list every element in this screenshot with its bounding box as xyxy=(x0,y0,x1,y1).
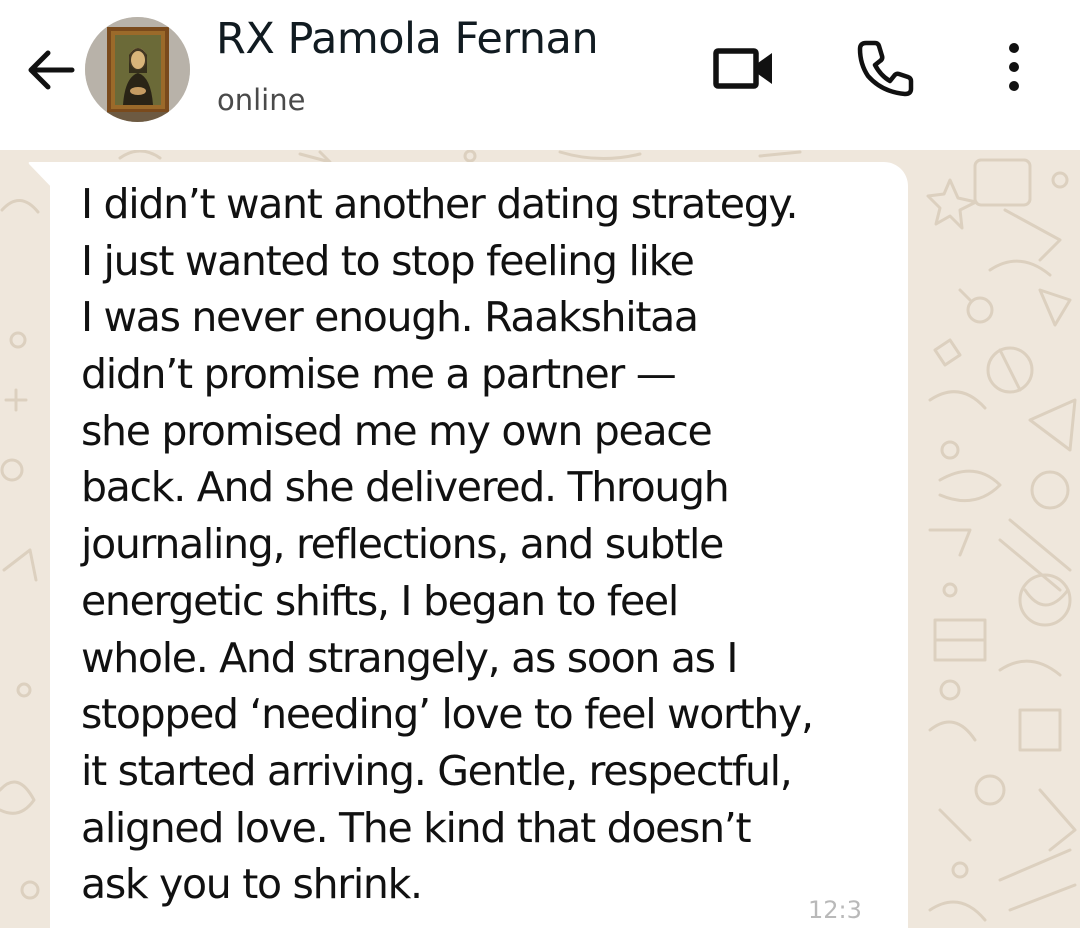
message-line: ask you to shrink. xyxy=(81,860,423,909)
more-options-button[interactable] xyxy=(992,36,1036,98)
message-line: whole. And strangely, as soon as I xyxy=(81,633,739,682)
phone-icon xyxy=(857,40,914,97)
message-line: I just wanted to stop feeling like xyxy=(81,236,695,285)
message-line: I didn’t want another dating strategy. xyxy=(81,180,799,228)
chat-header: RX Pamola Fernan online xyxy=(0,0,1080,150)
voice-call-button[interactable] xyxy=(852,34,918,100)
message-line: back. And she delivered. Through xyxy=(81,463,730,512)
message-line: energetic shifts, I began to feel xyxy=(81,576,679,625)
message-line: didn’t promise me a partner — xyxy=(81,350,677,399)
message-line: she promised me my own peace xyxy=(81,406,713,455)
more-vertical-icon xyxy=(1009,43,1019,91)
avatar[interactable] xyxy=(85,17,190,122)
message-line: journaling, reflections, and subtle xyxy=(81,520,724,569)
contact-name[interactable]: RX Pamola Fernan xyxy=(216,14,599,64)
arrow-left-icon xyxy=(28,50,75,90)
message-line: aligned love. The kind that doesn’t xyxy=(81,803,752,852)
message-text: I didn’t want another dating strategy. I… xyxy=(81,176,891,913)
video-camera-icon xyxy=(713,48,772,89)
message-timestamp: 12:3 xyxy=(808,896,862,924)
message-line: I was never enough. Raakshitaa xyxy=(81,293,699,342)
video-call-button[interactable] xyxy=(708,38,780,98)
message-line: stopped ‘needing’ love to feel worthy, xyxy=(81,690,814,739)
chat-screen: RX Pamola Fernan online I didn’t want an… xyxy=(0,0,1080,928)
avatar-image xyxy=(85,17,190,122)
back-button[interactable] xyxy=(20,40,80,100)
message-line: it started arriving. Gentle, respectful, xyxy=(81,746,793,795)
contact-status: online xyxy=(217,83,306,117)
